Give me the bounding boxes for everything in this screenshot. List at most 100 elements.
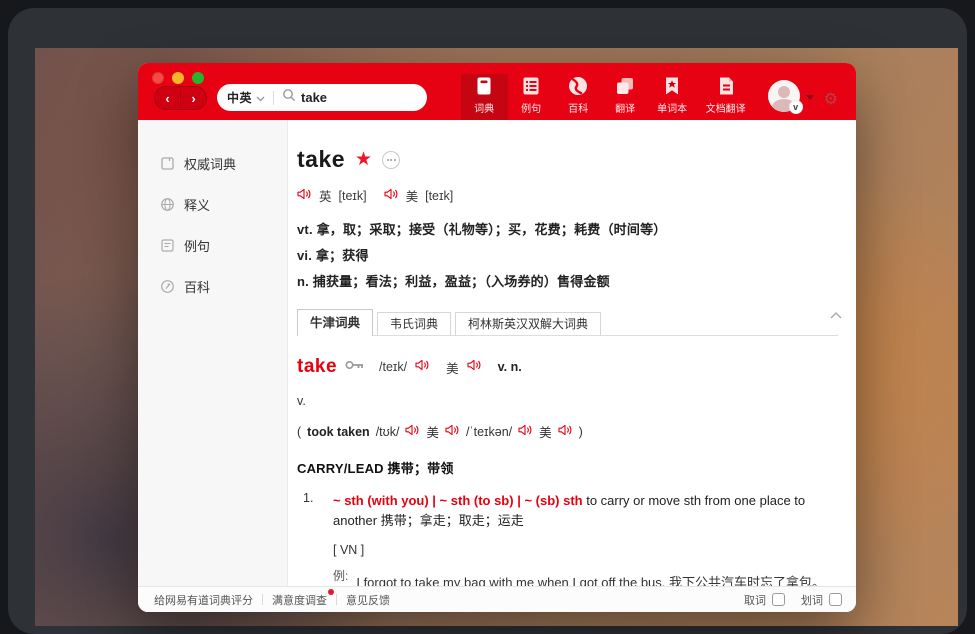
status-bar: 给网易有道词典评分 满意度调查 意见反馈 取词 划词 — [138, 586, 856, 612]
sidebar-item-examples[interactable]: 例句 — [138, 232, 287, 258]
speaker-icon[interactable] — [518, 424, 533, 439]
us-label: 美 — [539, 422, 552, 441]
feedback-link[interactable]: 意见反馈 — [337, 592, 399, 608]
toolbar-item-label: 词典 — [474, 100, 494, 115]
definition-line: n. 捕获量；看法；利益，盈益；（入场券的）售得金额 — [297, 269, 844, 295]
oxford-us-label: 美 — [446, 358, 459, 377]
word-select-label: 划词 — [801, 592, 823, 608]
toolbar-item-label: 文档翻译 — [706, 100, 746, 115]
us-label: 美 — [426, 422, 439, 441]
tab-oxford[interactable]: 牛津词典 — [297, 309, 373, 336]
title-bar: ‹ › 中英 — [138, 63, 856, 120]
oxford-headword: take — [297, 356, 337, 378]
search-divider — [273, 91, 274, 105]
pos-verb-label: v. — [297, 394, 844, 408]
forward-button[interactable]: › — [181, 87, 206, 109]
us-label: 美 — [406, 186, 419, 205]
tab-doc-translate[interactable]: 文档翻译 — [696, 74, 756, 120]
uk-ipa: [teɪk] — [339, 189, 367, 203]
compass-icon — [160, 279, 175, 294]
sidebar-item-label: 百科 — [184, 277, 210, 296]
tab-wordbook[interactable]: 单词本 — [649, 74, 696, 120]
sidebar-item-label: 释义 — [184, 195, 210, 214]
speaker-icon[interactable] — [297, 188, 312, 203]
tab-collins[interactable]: 柯林斯英汉双解大词典 — [455, 312, 601, 336]
phonetics-row: 英 [teɪk] 美 [teɪk] — [297, 186, 844, 205]
tab-webster[interactable]: 韦氏词典 — [377, 312, 451, 336]
oxford-ipa: /teɪk/ — [379, 360, 407, 374]
toolbar-item-label: 百科 — [568, 100, 588, 115]
example-row: 例: I forgot to take my bag with me when … — [333, 567, 844, 586]
more-options-icon[interactable] — [382, 151, 400, 169]
toolbar-item-label: 单词本 — [657, 100, 687, 115]
globe-icon — [160, 197, 175, 212]
sense-1: 1. ~ sth (with you) | ~ sth (to sb) | ~ … — [297, 491, 844, 531]
speaker-icon[interactable] — [467, 358, 482, 376]
sense-pattern: ~ sth (with you) | ~ sth (to sb) | ~ (sb… — [333, 493, 583, 508]
example-label: 例: — [333, 567, 348, 586]
key-icon — [345, 358, 365, 376]
favorite-star-icon[interactable]: ★ — [355, 150, 372, 169]
forms-close-paren: ) — [579, 425, 583, 439]
note-page-icon — [160, 156, 175, 171]
settings-gear-icon[interactable]: ⚙ — [824, 92, 838, 108]
sidebar-item-definitions[interactable]: 释义 — [138, 191, 287, 217]
speaker-icon[interactable] — [384, 188, 399, 203]
doc-lines-icon — [160, 238, 175, 253]
past-ipa: /tʊk/ — [376, 425, 400, 439]
dictionary-icon — [473, 74, 495, 98]
language-pair-selector[interactable]: 中英 — [227, 89, 252, 106]
definition-line: vi. 拿；获得 — [297, 243, 844, 269]
translate-icon — [614, 74, 636, 98]
wordbook-bookmark-icon — [661, 74, 683, 98]
notification-dot — [328, 589, 334, 595]
toolbar-item-label: 翻译 — [615, 100, 635, 115]
word-capture-toggle[interactable]: 取词 — [744, 592, 785, 608]
verb-forms-row: ( took taken /tʊk/ 美 /ˈteɪkən/ 美 — [297, 422, 844, 441]
youdao-dictionary-window: ‹ › 中英 — [138, 63, 856, 612]
example-sentence: I forgot to take my bag with me when I g… — [356, 567, 844, 586]
encyclopedia-globe-icon — [567, 74, 589, 98]
chevron-down-icon[interactable] — [256, 89, 265, 107]
sidebar-item-label: 权威词典 — [184, 154, 236, 173]
headword-row: take ★ — [297, 146, 844, 173]
grammar-code: [ VN ] — [333, 543, 844, 557]
doc-translate-icon — [715, 74, 737, 98]
tab-translate[interactable]: 翻译 — [602, 74, 649, 120]
tab-dictionary[interactable]: 词典 — [461, 74, 508, 120]
vip-badge-icon: v — [789, 100, 803, 114]
pp-ipa: /ˈteɪkən/ — [466, 425, 512, 439]
sidebar-item-encyclopedia[interactable]: 百科 — [138, 273, 287, 299]
user-account[interactable]: v — [768, 80, 800, 112]
us-ipa: [teɪk] — [425, 189, 453, 203]
search-icon — [282, 88, 296, 107]
collapse-chevron-up-icon[interactable] — [830, 306, 842, 578]
word-capture-label: 取词 — [744, 592, 766, 608]
history-nav: ‹ › — [154, 86, 207, 110]
tab-examples[interactable]: 例句 — [508, 74, 555, 120]
word-select-checkbox[interactable] — [829, 593, 842, 606]
word-select-toggle[interactable]: 划词 — [801, 592, 842, 608]
oxford-headword-row: take /teɪk/ 美 v. n. — [297, 356, 844, 378]
speaker-icon[interactable] — [405, 424, 420, 439]
account-caret-down-icon[interactable] — [806, 95, 814, 100]
back-button[interactable]: ‹ — [155, 87, 180, 109]
rate-app-link[interactable]: 给网易有道词典评分 — [152, 592, 262, 608]
sidebar-item-label: 例句 — [184, 236, 210, 255]
sense-number: 1. — [297, 491, 333, 531]
speaker-icon[interactable] — [558, 424, 573, 439]
window-body: 权威词典 释义 例句 百科 take ★ — [138, 120, 856, 586]
sidebar-item-authoritative-dicts[interactable]: 权威词典 — [138, 150, 287, 176]
search-input[interactable] — [301, 90, 411, 105]
speaker-icon[interactable] — [445, 424, 460, 439]
speaker-icon[interactable] — [415, 358, 430, 376]
satisfaction-survey-link[interactable]: 满意度调查 — [263, 592, 336, 608]
sense-body: ~ sth (with you) | ~ sth (to sb) | ~ (sb… — [333, 491, 844, 531]
toolbar-item-label: 例句 — [521, 100, 541, 115]
sense-group-heading: CARRY/LEAD 携带；带领 — [297, 458, 844, 477]
tab-encyclopedia[interactable]: 百科 — [555, 74, 602, 120]
word-capture-checkbox[interactable] — [772, 593, 785, 606]
entry-panel: take ★ 英 [teɪk] 美 [teɪk] — [288, 120, 856, 586]
header-controls: ‹ › 中英 — [138, 74, 856, 120]
search-bar: 中英 — [217, 84, 427, 111]
